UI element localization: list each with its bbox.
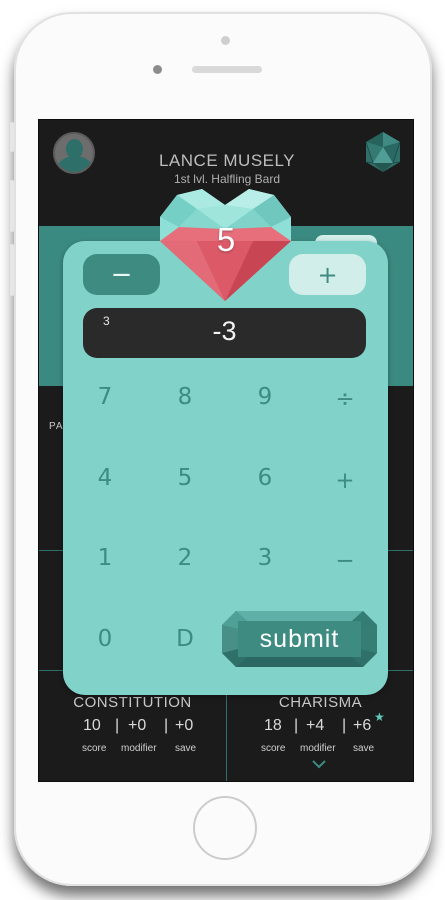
decrement-button[interactable]: − — [83, 254, 160, 295]
display-value: -3 — [212, 316, 237, 346]
stat-score: 10 — [83, 717, 101, 734]
d20-icon[interactable] — [364, 131, 402, 173]
caption-save: save — [353, 743, 375, 754]
key-4[interactable]: 4 — [75, 458, 135, 498]
key-7[interactable]: 7 — [75, 377, 135, 417]
caption-modifier: modifier — [300, 743, 336, 754]
hit-points-value: 5 — [216, 221, 236, 258]
caption-modifier: modifier — [121, 743, 157, 754]
key-0[interactable]: 0 — [75, 619, 135, 659]
stat-separator: | — [294, 717, 299, 734]
stat-constitution[interactable]: CONSTITUTION 10 | +0 | +0 score modifier… — [39, 694, 226, 757]
key-d[interactable]: D — [155, 619, 215, 659]
key-5[interactable]: 5 — [155, 458, 215, 498]
key-3[interactable]: 3 — [235, 538, 295, 578]
caption-save: save — [175, 743, 197, 754]
earpiece-speaker — [192, 66, 262, 73]
increment-button[interactable]: + — [289, 254, 366, 295]
key-6[interactable]: 6 — [235, 458, 295, 498]
key-9[interactable]: 9 — [235, 377, 295, 417]
key-divide[interactable]: ÷ — [315, 379, 375, 419]
front-camera — [153, 65, 162, 74]
key-subtract[interactable]: − — [315, 541, 375, 581]
key-2[interactable]: 2 — [155, 538, 215, 578]
submit-button[interactable]: submit — [222, 611, 377, 672]
stat-title: CHARISMA — [278, 694, 363, 711]
stat-separator: | — [115, 717, 120, 734]
stat-title: CONSTITUTION — [73, 694, 192, 711]
stat-modifier: +4 — [306, 717, 325, 734]
key-1[interactable]: 1 — [75, 538, 135, 578]
stat-separator: | — [342, 717, 347, 734]
stat-modifier: +0 — [128, 717, 147, 734]
calculator-panel: − + 3 -3 7 8 9 ÷ 4 5 6 + 1 2 3 − 0 D sub… — [63, 241, 388, 695]
stat-score: 18 — [264, 717, 282, 734]
caption-score: score — [82, 743, 107, 754]
stat-save: +6 — [353, 717, 372, 734]
caption-score: score — [261, 743, 286, 754]
stat-separator: | — [164, 717, 169, 734]
submit-label: submit — [259, 625, 340, 653]
home-button[interactable] — [193, 796, 257, 860]
stat-save: +0 — [175, 717, 194, 734]
mute-switch — [10, 122, 14, 152]
character-subtitle: 1st lvl. Halfling Bard — [173, 172, 281, 186]
key-8[interactable]: 8 — [155, 377, 215, 417]
volume-down-button — [10, 244, 14, 296]
stat-charisma[interactable]: CHARISMA 18 | +4 | +6 score modifier sav… — [227, 694, 413, 757]
chevron-down-icon[interactable] — [312, 760, 326, 769]
calculator-display: 3 -3 — [83, 308, 366, 358]
key-add[interactable]: + — [315, 461, 375, 501]
volume-up-button — [10, 180, 14, 232]
character-name: LANCE MUSELY — [158, 151, 296, 170]
proximity-sensor — [221, 36, 230, 45]
star-icon: ★ — [374, 710, 385, 724]
